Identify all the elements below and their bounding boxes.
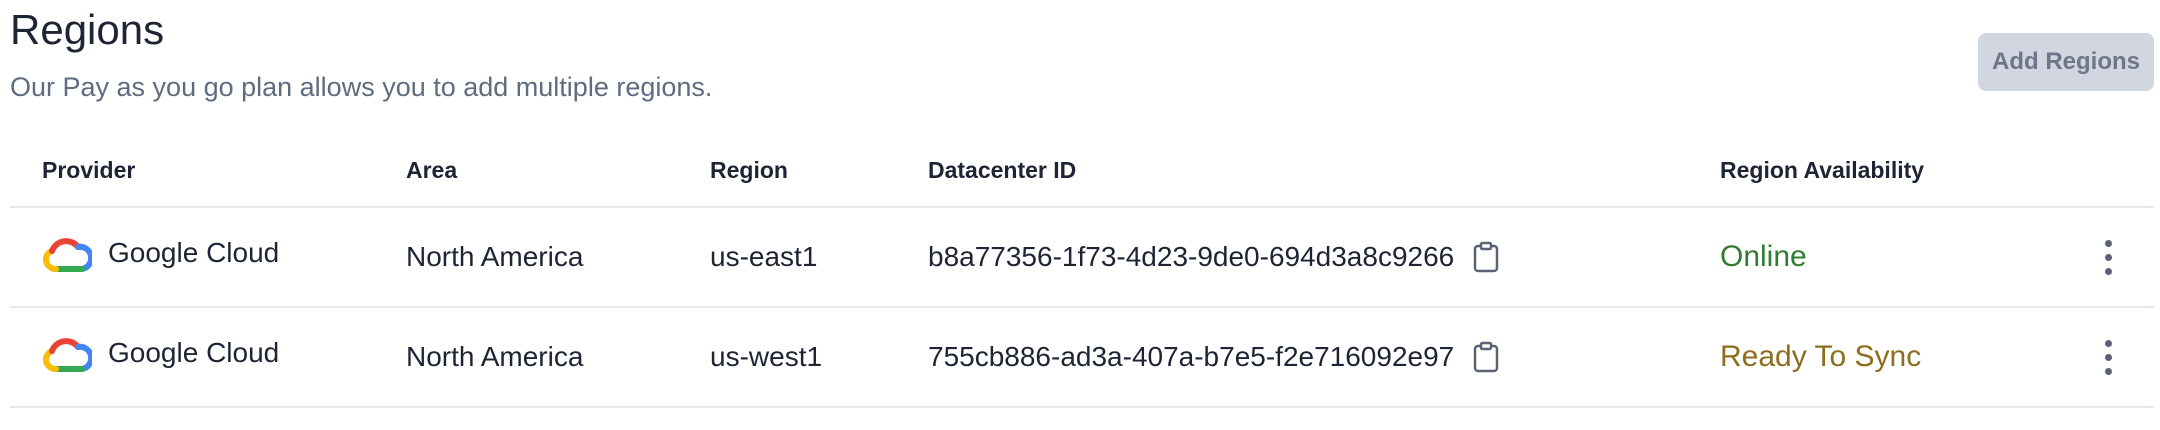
- kebab-menu-icon[interactable]: [2090, 327, 2126, 387]
- datacenter-id: 755cb886-ad3a-407a-b7e5-f2e716092e97: [928, 341, 1455, 372]
- region-cell: us-east1: [710, 241, 818, 272]
- datacenter-id: b8a77356-1f73-4d23-9de0-694d3a8c9266: [928, 241, 1455, 272]
- regions-table: Provider Area Region Datacenter ID Regio…: [10, 134, 2154, 408]
- column-header-area: Area: [406, 156, 458, 183]
- row-menu-cell: [2090, 208, 2126, 306]
- clipboard-icon[interactable]: [1472, 341, 1500, 373]
- google-cloud-icon: [43, 338, 92, 373]
- column-header-region: Region: [710, 156, 788, 183]
- kebab-menu-icon[interactable]: [2090, 227, 2126, 287]
- column-header-region-availability: Region Availability: [1720, 156, 1925, 183]
- clipboard-icon[interactable]: [1472, 241, 1500, 273]
- table-row: Google Cloud North America us-west1 755c…: [10, 308, 2154, 408]
- area-cell: North America: [406, 241, 584, 272]
- page-title: Regions: [10, 6, 165, 53]
- datacenter-id-cell: b8a77356-1f73-4d23-9de0-694d3a8c9266: [928, 208, 1500, 306]
- table-row: Google Cloud North America us-east1 b8a7…: [10, 208, 2154, 308]
- provider-cell: Google Cloud: [42, 208, 279, 306]
- provider-name: Google Cloud: [108, 337, 280, 368]
- area-cell: North America: [406, 341, 584, 372]
- region-cell: us-west1: [710, 341, 823, 372]
- datacenter-id-cell: 755cb886-ad3a-407a-b7e5-f2e716092e97: [928, 308, 1500, 406]
- column-header-provider: Provider: [42, 156, 136, 183]
- add-regions-button[interactable]: Add Regions: [1978, 33, 2154, 91]
- google-cloud-icon: [43, 238, 92, 273]
- availability-status: Ready To Sync: [1720, 340, 1922, 373]
- column-header-datacenter-id: Datacenter ID: [928, 156, 1077, 183]
- table-header-row: Provider Area Region Datacenter ID Regio…: [10, 134, 2154, 208]
- provider-name: Google Cloud: [108, 237, 280, 268]
- regions-page: Regions Our Pay as you go plan allows yo…: [0, 0, 2160, 430]
- availability-status: Online: [1720, 240, 1807, 273]
- row-menu-cell: [2090, 308, 2126, 406]
- page-subtitle: Our Pay as you go plan allows you to add…: [10, 72, 713, 102]
- provider-cell: Google Cloud: [42, 308, 279, 406]
